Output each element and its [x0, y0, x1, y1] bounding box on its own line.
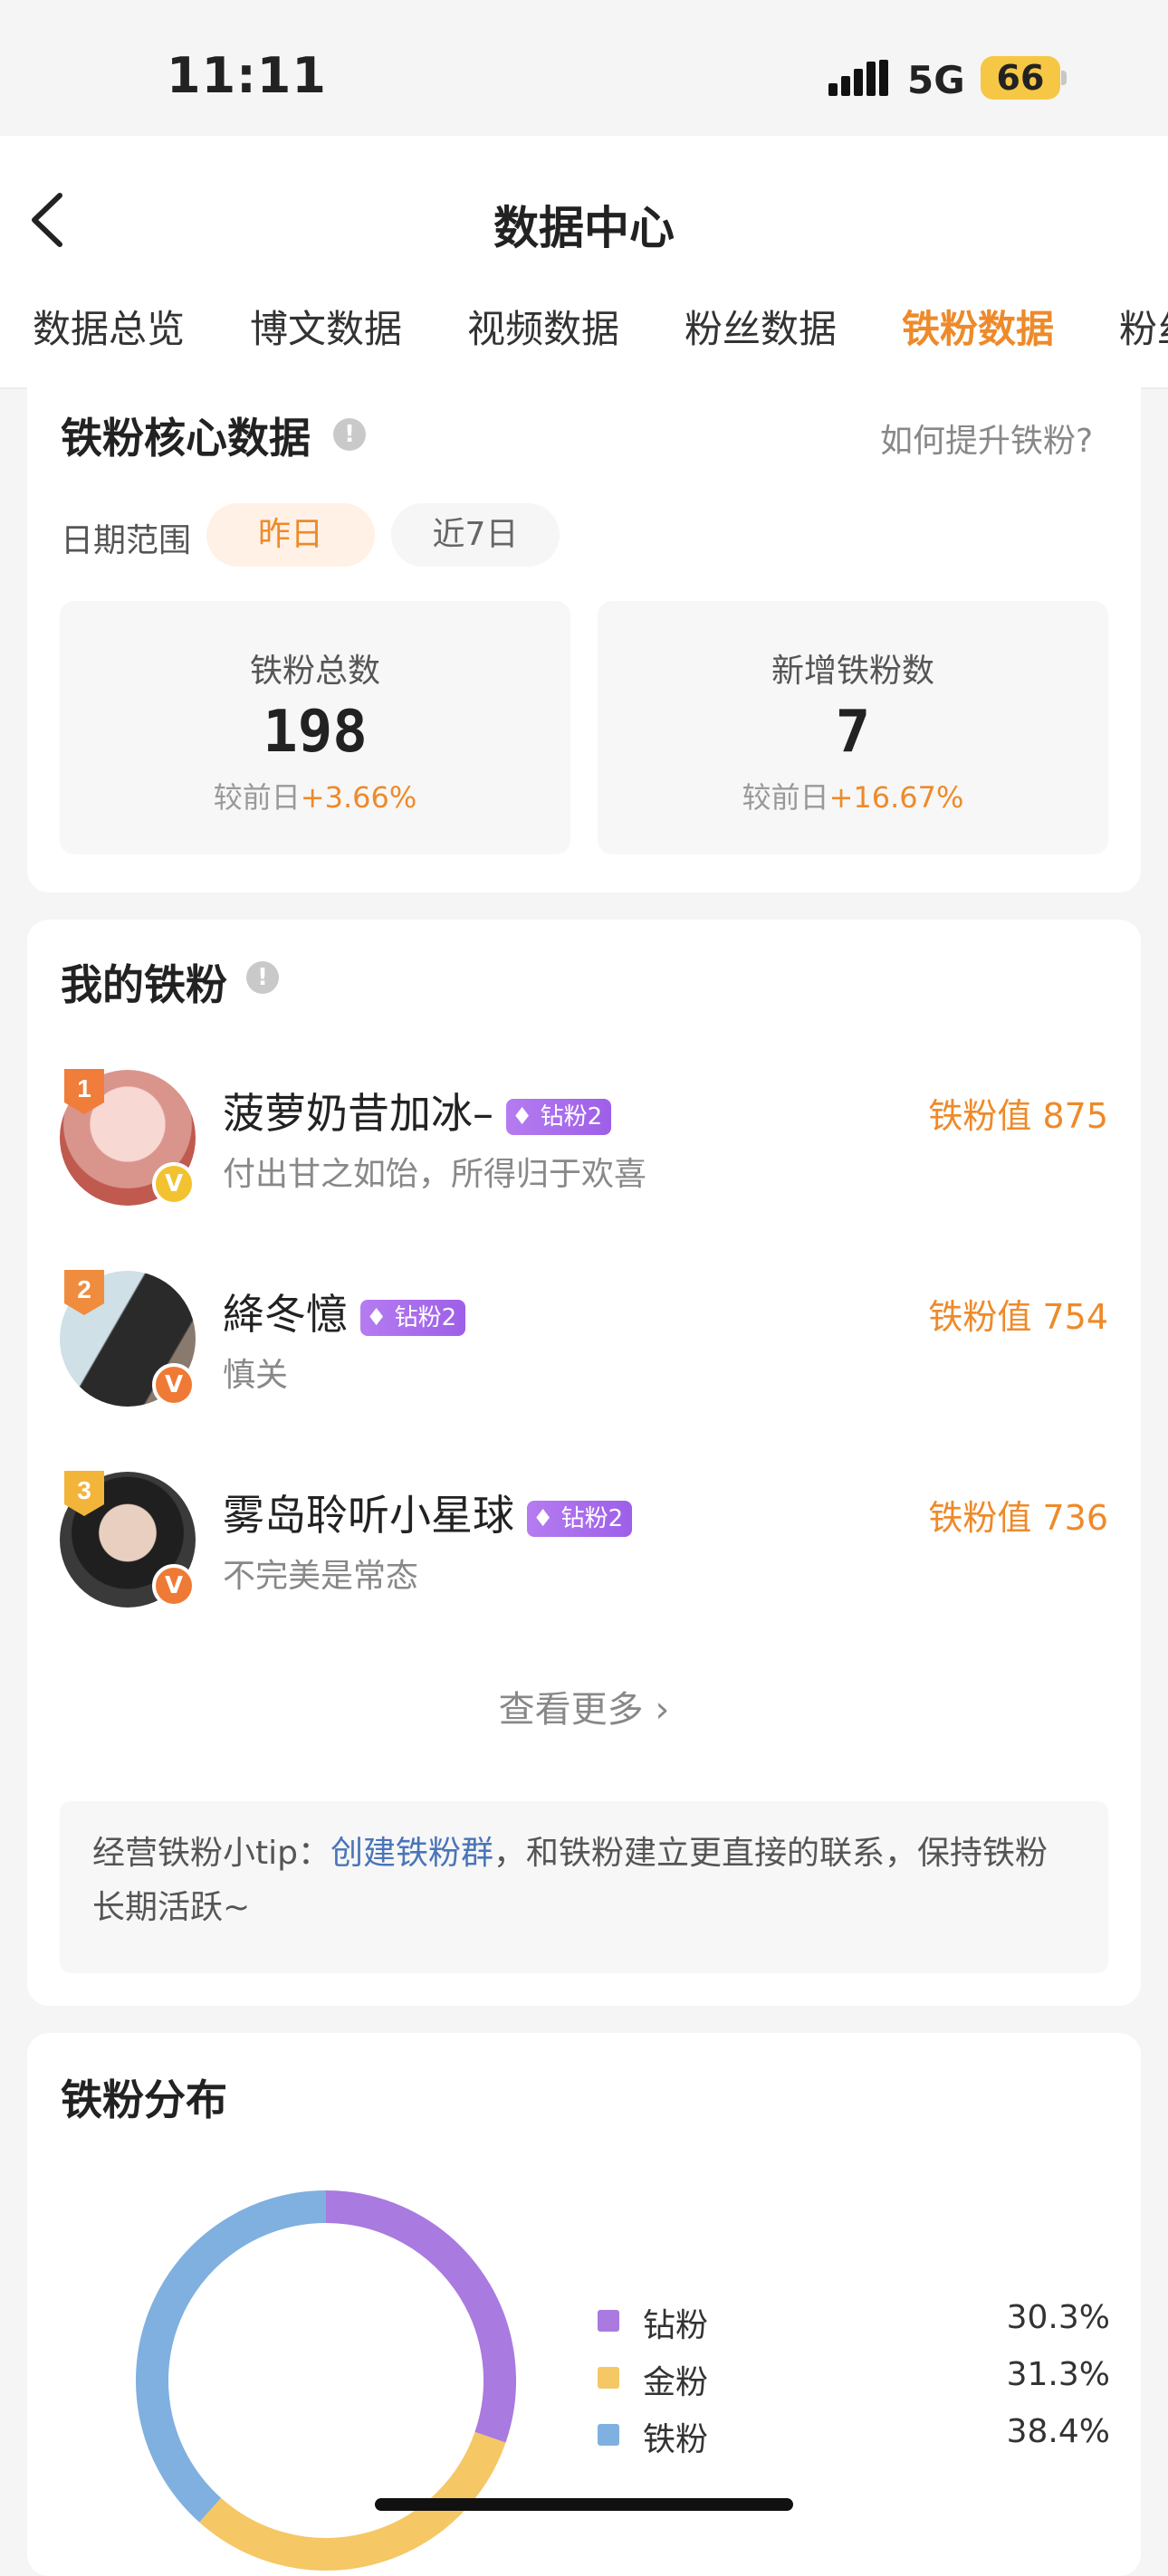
fan-name: 菠萝奶昔加冰– [223, 1089, 493, 1138]
fan-name: 雾岛聆听小星球 [223, 1491, 514, 1540]
core-data-title: 铁粉核心数据 [61, 414, 311, 463]
legend-label: 金粉 [643, 2364, 709, 2401]
distribution-title: 铁粉分布 [61, 2075, 227, 2124]
tab-fans-data[interactable]: 粉丝数据 [685, 299, 837, 354]
tab-video-data[interactable]: 视频数据 [467, 299, 619, 354]
fan-level-badge: ♦ 钻粉2 [506, 1098, 612, 1135]
tab-fans-more[interactable]: 粉丝 [1119, 299, 1168, 354]
rank-badge-icon: 3 [64, 1471, 104, 1516]
fan-value: 铁粉值 754 [928, 1297, 1108, 1337]
info-icon[interactable]: ! [246, 961, 279, 994]
fan-signature: 不完美是常态 [223, 1558, 419, 1595]
fan-row-1[interactable]: 1 V 菠萝奶昔加冰– ♦ 钻粉2 付出甘之如饴，所得归于欢喜 铁粉值 875 [27, 1059, 1141, 1222]
tab-post-data[interactable]: 博文数据 [250, 299, 402, 354]
stat-change: 较前日+16.67% [742, 780, 964, 815]
home-indicator [375, 2498, 793, 2511]
rank-number: 3 [77, 1476, 91, 1504]
fan-level-badge: ♦ 钻粉2 [527, 1500, 633, 1537]
stat-change: 较前日+3.66% [213, 780, 417, 815]
view-more-button[interactable]: 查看更多 › [27, 1680, 1141, 1732]
date-range-label: 日期范围 [61, 522, 192, 559]
fan-row-3[interactable]: 3 V 雾岛聆听小星球 ♦ 钻粉2 不完美是常态 铁粉值 736 [27, 1461, 1141, 1624]
battery-tip [1061, 71, 1067, 85]
fan-row-2[interactable]: 2 V 絳冬憶 ♦ 钻粉2 慎关 铁粉值 754 [27, 1260, 1141, 1423]
tab-iron-fans-data[interactable]: 铁粉数据 [902, 299, 1054, 354]
legend-color-swatch [598, 2310, 619, 2332]
rank-number: 2 [77, 1275, 91, 1303]
fan-signature: 付出甘之如饴，所得归于欢喜 [223, 1156, 647, 1193]
legend-value: 31.3% [1006, 2356, 1110, 2393]
legend-item: 钻粉 30.3% [598, 2299, 1110, 2344]
date-option-yesterday[interactable]: 昨日 [206, 503, 375, 567]
how-to-increase-link[interactable]: 如何提升铁粉? [880, 415, 1093, 462]
legend-color-swatch [598, 2367, 619, 2389]
legend-item: 铁粉 38.4% [598, 2413, 1110, 2458]
legend-item: 金粉 31.3% [598, 2356, 1110, 2401]
tip-prefix: 经营铁粉小tip： [92, 1835, 330, 1872]
date-option-7days[interactable]: 近7日 [391, 503, 560, 567]
stat-label: 新增铁粉数 [771, 653, 934, 690]
tip-box: 经营铁粉小tip：创建铁粉群，和铁粉建立更直接的联系，保持铁粉长期活跃~ [60, 1801, 1108, 1973]
legend-label: 铁粉 [643, 2421, 709, 2458]
fan-signature: 慎关 [223, 1357, 289, 1394]
legend-label: 钻粉 [643, 2307, 709, 2344]
tab-overview[interactable]: 数据总览 [33, 299, 185, 354]
legend-value: 38.4% [1006, 2413, 1110, 2450]
stat-value: 7 [835, 699, 871, 766]
fan-level-badge: ♦ 钻粉2 [360, 1299, 466, 1336]
donut-slice-金粉 [199, 2431, 506, 2571]
distribution-legend: 钻粉 30.3% 金粉 31.3% 铁粉 38.4% [598, 2299, 1110, 2480]
stat-label: 铁粉总数 [249, 653, 380, 690]
create-fan-group-link[interactable]: 创建铁粉群 [330, 1835, 493, 1872]
legend-value: 30.3% [1006, 2299, 1110, 2336]
rank-number: 1 [77, 1074, 91, 1102]
verified-v-icon: V [152, 1363, 196, 1407]
rank-badge-icon: 1 [64, 1069, 104, 1114]
rank-badge-icon: 2 [64, 1270, 104, 1315]
stat-value: 198 [263, 699, 368, 766]
donut-slice-铁粉 [136, 2190, 327, 2523]
donut-slice-钻粉 [325, 2190, 516, 2443]
distribution-donut-chart [136, 2190, 516, 2571]
page-title: 数据中心 [493, 202, 675, 254]
stat-new-iron-fans: 新增铁粉数 7 较前日+16.67% [598, 601, 1108, 854]
status-time: 11:11 [167, 47, 327, 104]
verified-v-icon: V [152, 1564, 196, 1608]
fan-value: 铁粉值 875 [928, 1096, 1108, 1136]
verified-v-icon: V [152, 1162, 196, 1206]
info-icon[interactable]: ! [333, 418, 366, 451]
chevron-right-icon: › [655, 1689, 670, 1731]
signal-icon [828, 60, 888, 96]
fan-name: 絳冬憶 [223, 1290, 348, 1339]
my-fans-title: 我的铁粉 [61, 960, 227, 1009]
fan-value: 铁粉值 736 [928, 1498, 1108, 1538]
battery-level: 66 [981, 56, 1060, 100]
legend-color-swatch [598, 2424, 619, 2446]
network-type: 5G [907, 58, 965, 102]
stat-total-iron-fans: 铁粉总数 198 较前日+3.66% [60, 601, 570, 854]
